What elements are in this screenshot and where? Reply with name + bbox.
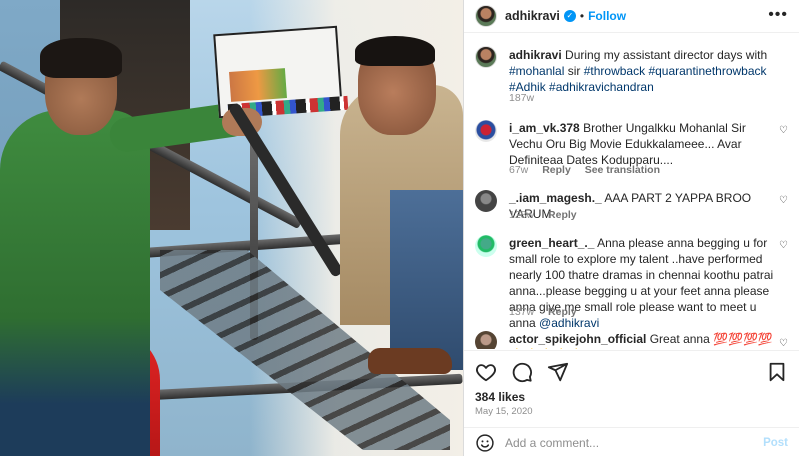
post-actions: 384 likes May 15, 2020 Post	[464, 350, 799, 456]
bookmark-icon[interactable]	[766, 361, 788, 383]
comment-username[interactable]: i_am_vk.378	[509, 121, 580, 135]
clapperboard-artwork	[229, 68, 287, 102]
caption-meta: 187w	[509, 92, 545, 104]
comment-text: actor_spikejohn_official Great anna 💯💯💯💯…	[509, 331, 779, 349]
heart-icon[interactable]	[475, 361, 497, 383]
person-hair	[355, 36, 435, 66]
hashtag-link[interactable]: #adhikravichandran	[549, 80, 654, 94]
add-comment-bar: Post	[464, 427, 799, 456]
share-icon[interactable]	[547, 361, 569, 383]
action-icons	[475, 361, 569, 383]
person-jeans	[390, 190, 463, 370]
comment-meta: 137w Reply	[509, 306, 588, 318]
post-date: May 15, 2020	[475, 406, 533, 417]
post-header: adhikravi ✓ • Follow •••	[464, 0, 799, 33]
hashtag-link[interactable]: #throwback	[584, 64, 645, 78]
mention-link[interactable]: @adhikravi	[539, 316, 599, 330]
person-green-shirt	[0, 110, 150, 456]
avatar[interactable]	[475, 46, 497, 68]
caption-body: sir	[564, 64, 584, 78]
reply-button[interactable]: Reply	[542, 164, 571, 176]
comment-like-icon[interactable]: ♡	[779, 126, 789, 136]
comment-like-icon[interactable]: ♡	[779, 241, 789, 251]
avatar[interactable]	[475, 5, 497, 27]
caption-username[interactable]: adhikravi	[509, 48, 562, 62]
more-options-icon[interactable]: •••	[768, 7, 788, 23]
timestamp: 137w	[509, 306, 535, 318]
person-hair	[40, 38, 122, 78]
header-separator: •	[579, 9, 585, 23]
comment-username[interactable]: actor_spikejohn_official	[509, 332, 646, 346]
avatar[interactable]	[475, 235, 497, 257]
timestamp: 67w	[509, 164, 529, 176]
hashtag-link[interactable]: #mohanlal	[509, 64, 564, 78]
post-image[interactable]	[0, 0, 463, 456]
comment-text: i_am_vk.378 Brother Ungalkku Mohanlal Si…	[509, 120, 779, 168]
avatar[interactable]	[475, 120, 497, 142]
reply-button[interactable]: Reply	[548, 209, 577, 221]
comment-username[interactable]: green_heart_._	[509, 236, 594, 250]
post-side-panel: adhikravi ✓ • Follow ••• adhikravi Durin…	[463, 0, 799, 456]
header-username[interactable]: adhikravi	[505, 9, 560, 23]
follow-button[interactable]: Follow	[588, 9, 626, 23]
avatar[interactable]	[475, 190, 497, 212]
comment-meta: 67w Reply See translation	[509, 164, 671, 176]
caption-body: During my assistant director days with	[565, 48, 768, 62]
like-count[interactable]: 384 likes	[475, 390, 525, 404]
comment-icon[interactable]	[511, 361, 533, 383]
post-comment-button[interactable]: Post	[763, 437, 788, 449]
verified-badge-icon: ✓	[563, 10, 576, 22]
comment-username[interactable]: _.iam_magesh._	[509, 191, 602, 205]
person-shoe	[368, 348, 452, 374]
comment-like-icon[interactable]: ♡	[779, 339, 789, 349]
timestamp: 187w	[509, 92, 535, 104]
hashtag-link[interactable]: #quarantinethrowback	[648, 64, 766, 78]
comment-meta: 128w Reply	[509, 209, 588, 221]
comment-like-icon[interactable]: ♡	[779, 196, 789, 206]
comment-input[interactable]	[505, 435, 745, 450]
avatar[interactable]	[475, 331, 497, 349]
timestamp: 128w	[509, 209, 535, 221]
comments-list[interactable]: adhikravi During my assistant director d…	[464, 34, 799, 349]
emoji-icon[interactable]	[475, 433, 495, 453]
see-translation-link[interactable]: See translation	[585, 164, 660, 176]
caption-text: adhikravi During my assistant director d…	[509, 47, 785, 95]
reply-button[interactable]: Reply	[548, 306, 577, 318]
